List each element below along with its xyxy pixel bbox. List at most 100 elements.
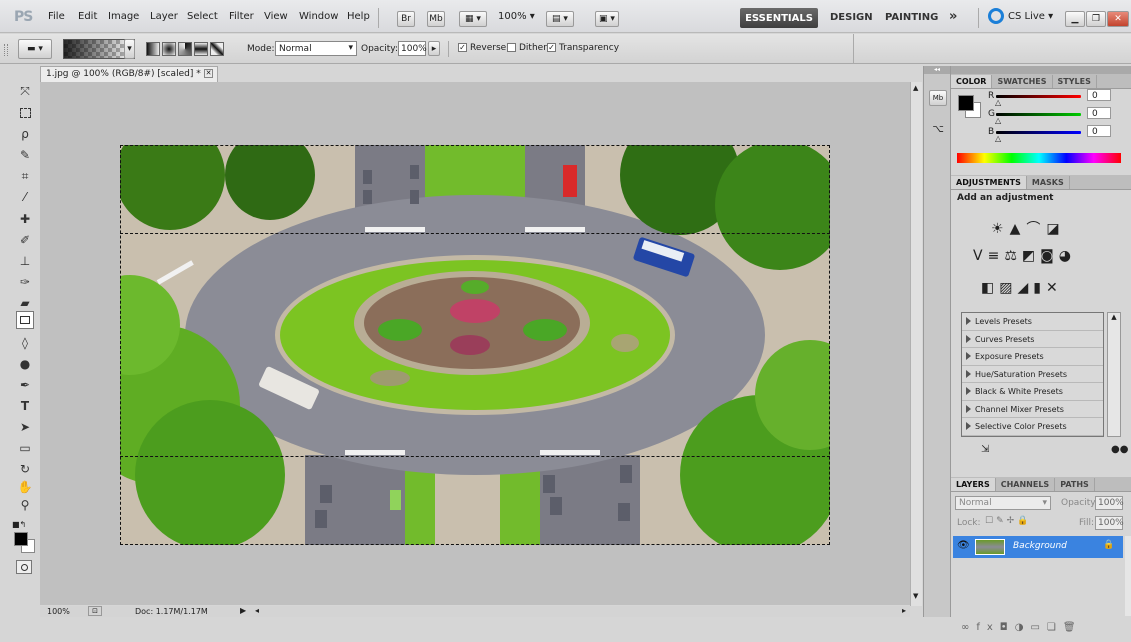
diamond-gradient-button[interactable] <box>210 42 224 56</box>
clone-stamp-tool-icon[interactable]: ⊥ <box>16 252 34 270</box>
3d-rotate-tool-icon[interactable]: ↻ <box>16 460 34 478</box>
return-to-list-icon[interactable]: ⇲ <box>981 444 989 455</box>
view-extras-dropdown[interactable]: ▦ ▾ <box>459 11 487 27</box>
scroll-left-icon[interactable]: ◂ <box>255 606 259 615</box>
lasso-tool-icon[interactable]: ρ <box>16 125 34 143</box>
close-button[interactable]: ✕ <box>1107 11 1129 27</box>
bridge-button[interactable]: Br <box>397 11 415 27</box>
menu-view[interactable]: View <box>264 11 288 22</box>
selective-color-icon[interactable]: ✕ <box>1046 280 1063 296</box>
preset-selective-color[interactable]: Selective Color Presets <box>962 418 1103 436</box>
fill-input[interactable]: 100% <box>1095 516 1124 530</box>
b-slider[interactable] <box>996 131 1081 134</box>
radial-gradient-button[interactable] <box>162 42 176 56</box>
rectangle-tool-icon[interactable]: ▭ <box>16 439 34 457</box>
workspace-design[interactable]: DESIGN <box>830 12 873 23</box>
r-slider[interactable] <box>996 95 1081 98</box>
type-tool-icon[interactable]: T <box>16 397 34 415</box>
exposure-icon[interactable]: ◪ <box>1046 221 1065 237</box>
posterize-icon[interactable]: ▨ <box>999 280 1017 296</box>
brightness-contrast-icon[interactable]: ☀ <box>991 221 1010 237</box>
minimize-button[interactable]: ▁ <box>1065 11 1085 27</box>
presets-scrollbar[interactable]: ▲ <box>1107 312 1121 437</box>
reflected-gradient-button[interactable] <box>194 42 208 56</box>
tab-channels[interactable]: CHANNELS <box>996 478 1056 491</box>
status-icon[interactable]: ⊡ <box>88 606 102 616</box>
scroll-down-icon[interactable]: ▼ <box>913 592 918 600</box>
healing-brush-tool-icon[interactable]: ✚ <box>16 210 34 228</box>
gradient-picker-arrow[interactable]: ▾ <box>124 39 135 59</box>
preset-black-white[interactable]: Black & White Presets <box>962 383 1103 401</box>
r-input[interactable]: 0 <box>1087 89 1111 101</box>
arrange-documents-dropdown[interactable]: ▤ ▾ <box>546 11 574 27</box>
tab-paths[interactable]: PATHS <box>1055 478 1095 491</box>
tab-adjustments[interactable]: ADJUSTMENTS <box>951 176 1027 189</box>
hand-tool-icon[interactable]: ✋ <box>16 478 34 496</box>
preset-hue-saturation[interactable]: Hue/Saturation Presets <box>962 366 1103 383</box>
move-tool-icon[interactable]: ⤧ <box>16 82 34 100</box>
tool-preset-picker[interactable]: ▬ ▾ <box>18 39 52 59</box>
tab-swatches[interactable]: SWATCHES <box>992 75 1053 88</box>
path-selection-tool-icon[interactable]: ➤ <box>16 418 34 436</box>
gradient-map-icon[interactable]: ▮ <box>1033 280 1046 296</box>
close-tab-icon[interactable]: ✕ <box>204 69 213 78</box>
history-brush-tool-icon[interactable]: ✑ <box>16 273 34 291</box>
zoom-level-dropdown[interactable]: 100% ▾ <box>498 11 535 22</box>
lock-icons[interactable]: ☐✎✢🔒 <box>985 516 1031 526</box>
color-spectrum[interactable] <box>957 153 1121 163</box>
layer-name[interactable]: Background <box>1013 541 1067 551</box>
tab-masks[interactable]: MASKS <box>1027 176 1070 189</box>
mini-bridge-panel-icon[interactable]: Mb <box>929 90 947 106</box>
threshold-icon[interactable]: ◢ <box>1017 280 1033 296</box>
reverse-checkbox[interactable]: ✓ Reverse <box>458 43 506 53</box>
menu-select[interactable]: Select <box>187 11 218 22</box>
preset-channel-mixer[interactable]: Channel Mixer Presets <box>962 401 1103 418</box>
g-input[interactable]: 0 <box>1087 107 1111 119</box>
menu-edit[interactable]: Edit <box>78 11 97 22</box>
b-input[interactable]: 0 <box>1087 125 1111 137</box>
opacity-slider-toggle[interactable]: ▸ <box>428 41 440 56</box>
preset-exposure[interactable]: Exposure Presets <box>962 348 1103 366</box>
minibridge-button[interactable]: Mb <box>427 11 445 27</box>
status-menu-arrow-icon[interactable]: ▶ <box>240 606 246 615</box>
b-slider-handle-icon[interactable]: △ <box>995 134 1001 143</box>
collapse-icon[interactable]: ◂◂ <box>924 66 950 74</box>
curves-icon[interactable]: ⌒ <box>1026 221 1046 237</box>
document-tab[interactable]: 1.jpg @ 100% (RGB/8#) [scaled] * ✕ <box>40 66 218 82</box>
color-balance-icon[interactable]: ⚖ <box>1004 248 1022 264</box>
layer-opacity-input[interactable]: 100% <box>1095 496 1124 510</box>
mode-select[interactable]: Normal ▾ <box>275 41 357 56</box>
menu-layer[interactable]: Layer <box>150 11 178 22</box>
menu-filter[interactable]: Filter <box>229 11 254 22</box>
screen-mode-dropdown[interactable]: ▣ ▾ <box>595 11 619 27</box>
zoom-tool-icon[interactable]: ⚲ <box>16 496 34 514</box>
scroll-up-icon[interactable]: ▲ <box>913 84 918 92</box>
fx-icon[interactable]: fx <box>976 622 999 633</box>
hue-saturation-icon[interactable]: ≡ <box>988 248 1005 264</box>
channel-mixer-icon[interactable]: ◕ <box>1059 248 1076 264</box>
tab-styles[interactable]: STYLES <box>1053 75 1097 88</box>
crop-tool-icon[interactable]: ⌗ <box>16 167 34 185</box>
preset-levels[interactable]: Levels Presets <box>962 313 1103 331</box>
black-white-icon[interactable]: ◩ <box>1022 248 1040 264</box>
menu-file[interactable]: File <box>48 11 65 22</box>
vibrance-icon[interactable]: V <box>973 248 988 264</box>
menu-window[interactable]: Window <box>299 11 338 22</box>
r-slider-handle-icon[interactable]: △ <box>995 98 1001 107</box>
blend-mode-select[interactable]: Normal ▾ <box>955 496 1051 510</box>
cslive-button[interactable]: CS Live ▾ <box>1008 11 1053 22</box>
foreground-color-swatch[interactable] <box>14 532 28 546</box>
default-colors-icon[interactable]: ■↰ <box>12 520 26 529</box>
vertical-scrollbar[interactable]: ▲ ▼ <box>910 82 922 606</box>
layer-row-background[interactable]: 👁 Background 🔒 <box>953 536 1123 558</box>
group-icon[interactable]: ▭ <box>1030 622 1046 633</box>
marquee-tool-icon[interactable] <box>16 104 34 122</box>
restore-button[interactable]: ❐ <box>1086 11 1106 27</box>
adjustment-layer-icon[interactable]: ◑ <box>1015 622 1031 633</box>
tab-layers[interactable]: LAYERS <box>951 478 996 491</box>
status-zoom[interactable]: 100% <box>47 607 70 616</box>
transparency-checkbox[interactable]: ✓ Transparency <box>547 43 619 53</box>
levels-icon[interactable]: ▲ <box>1010 221 1027 237</box>
eye-visibility-icon[interactable]: 👁 <box>957 540 970 551</box>
angle-gradient-button[interactable] <box>178 42 192 56</box>
